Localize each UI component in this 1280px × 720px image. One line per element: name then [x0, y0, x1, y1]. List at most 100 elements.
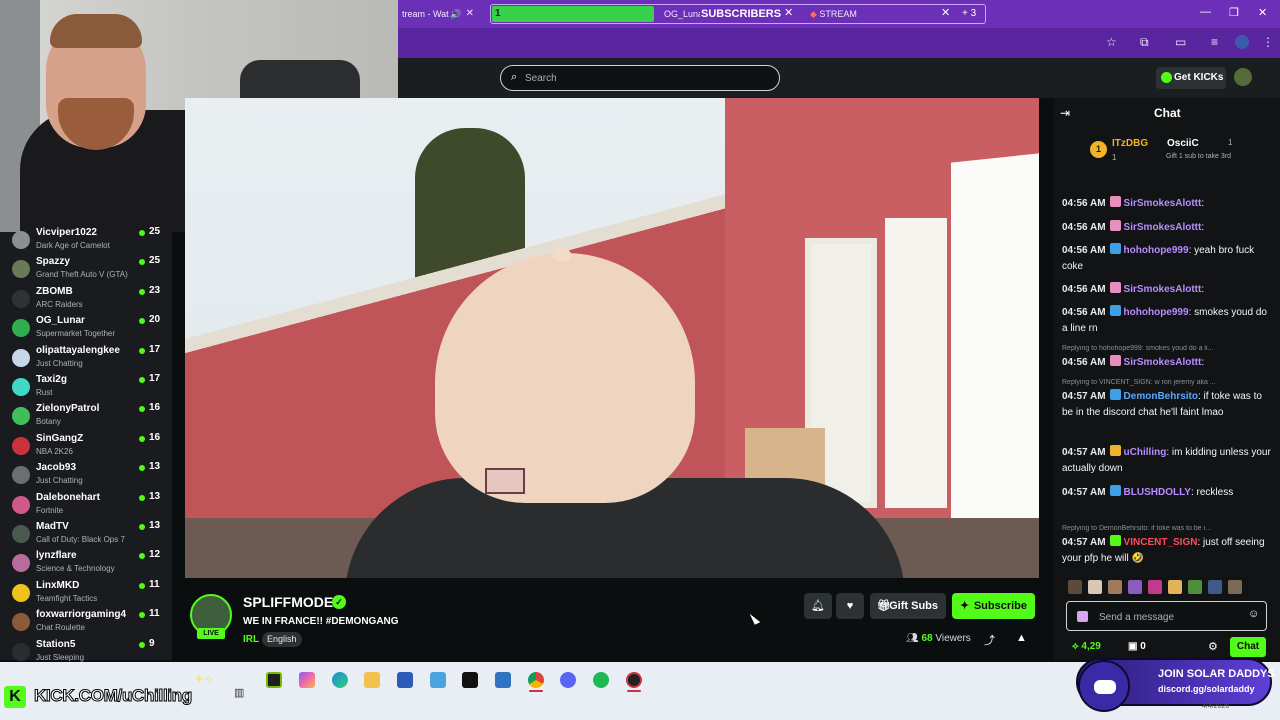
profile-avatar[interactable] — [1235, 35, 1249, 49]
close-tab-icon[interactable]: ✕ — [784, 6, 793, 19]
tiktok-app-icon[interactable] — [462, 672, 478, 688]
sidebar-channel[interactable]: MadTV Call of Duty: Black Ops 7 13 — [0, 520, 172, 549]
chrome-app-icon[interactable] — [528, 672, 544, 688]
sub-badge-icon — [1109, 535, 1121, 546]
leaderboard-user[interactable]: ITzDBG — [1112, 138, 1148, 149]
message-user[interactable]: hohohope999 — [1124, 307, 1189, 318]
channel-viewer-count: 13 — [149, 520, 161, 531]
stream-category[interactable]: IRL — [243, 634, 259, 645]
active-app-indicator — [529, 690, 543, 692]
emote-icon[interactable] — [1068, 580, 1082, 594]
sidebar-channel[interactable]: ZielonyPatrol Botany 16 — [0, 402, 172, 431]
message-user[interactable]: uChilling — [1124, 447, 1167, 458]
channel-category: ARC Raiders — [36, 299, 83, 309]
user-avatar[interactable] — [1234, 68, 1252, 86]
gift-subs-button[interactable]: 🎁︎ Gift Subs — [870, 593, 946, 619]
menu-icon[interactable]: ⋮ — [1262, 35, 1274, 49]
collapse-chat-icon[interactable]: ⇥ — [1060, 106, 1070, 120]
emoji-icon[interactable]: ☺ — [1248, 608, 1259, 620]
emote-icon[interactable] — [1208, 580, 1222, 594]
leaderboard-user[interactable]: OsciiC — [1167, 138, 1199, 149]
send-chat-button[interactable]: Chat — [1230, 637, 1266, 657]
sidebar-channel[interactable]: Spazzy Grand Theft Auto V (GTA) 25 — [0, 255, 172, 284]
emote-icon[interactable] — [1148, 580, 1162, 594]
channel-name: Dalebonehart — [36, 491, 100, 503]
channel-avatar — [12, 525, 30, 543]
close-window-icon[interactable]: ✕ — [1258, 6, 1267, 19]
share-icon[interactable]: ⤴ — [984, 632, 995, 648]
media-icon[interactable]: ≡ — [1211, 35, 1218, 49]
emote-icon[interactable] — [1128, 580, 1142, 594]
kicks-balance[interactable]: ▣ 0 — [1128, 641, 1146, 652]
search-bar[interactable]: ⌕ — [500, 65, 780, 91]
chat-message-input[interactable] — [1099, 609, 1239, 625]
file-explorer-icon[interactable] — [364, 672, 380, 688]
message-user[interactable]: SirSmokesAlottt — [1124, 198, 1202, 209]
channel-points[interactable]: ⟡ 4,29 — [1072, 641, 1101, 652]
emote-icon[interactable] — [1228, 580, 1242, 594]
chat-identity-icon[interactable] — [1077, 611, 1088, 622]
emote-icon[interactable] — [1088, 580, 1102, 594]
maximize-icon[interactable]: ❐ — [1229, 6, 1239, 19]
channel-name[interactable]: SPLIFFMODE — [243, 594, 333, 610]
emote-icon[interactable] — [1188, 580, 1202, 594]
browser-tab[interactable]: OG_Lunar — [660, 4, 700, 24]
sidebar-channel[interactable]: olipattayalengkee Just Chatting 17 — [0, 344, 172, 373]
minimize-icon[interactable]: — — [1200, 6, 1211, 18]
sidebar-channel[interactable]: Taxi2g Rust 17 — [0, 373, 172, 402]
sidebar-channel[interactable]: foxwarriorgaming4 Chat Roulette 11 — [0, 608, 172, 637]
remote-app-icon[interactable] — [495, 672, 511, 688]
sidebar-channel[interactable]: Dalebonehart Fortnite 13 — [0, 491, 172, 520]
language-tag[interactable]: English — [262, 632, 302, 647]
message-user[interactable]: SirSmokesAlottt — [1124, 284, 1202, 295]
close-tab-icon[interactable]: ✕ — [466, 4, 474, 24]
message-user[interactable]: hohohope999 — [1124, 245, 1189, 256]
obs-app-icon[interactable] — [626, 672, 642, 688]
message-text: : — [1201, 284, 1205, 295]
follow-button[interactable]: ♥ — [836, 593, 864, 619]
bookmark-star-icon[interactable]: ☆ — [1106, 35, 1117, 49]
sidebar-channel[interactable]: LinxMKD Teamfight Tactics 11 — [0, 579, 172, 608]
chat-input-box[interactable]: ☺ — [1066, 601, 1267, 631]
emote-icon[interactable] — [1168, 580, 1182, 594]
subscribe-button[interactable]: ✦ Subscribe — [952, 593, 1035, 619]
subscriber-goal-target: + 3 — [962, 8, 977, 19]
sidebar-channel[interactable]: SinGangZ NBA 2K26 16 — [0, 432, 172, 461]
photos-app-icon[interactable] — [430, 672, 446, 688]
gear-icon[interactable]: ⚙ — [1208, 640, 1218, 653]
message-user[interactable]: SirSmokesAlottt — [1124, 222, 1202, 233]
message-user[interactable]: SirSmokesAlottt — [1124, 357, 1202, 368]
sidebar-channel[interactable]: Jacob93 Just Chatting 13 — [0, 461, 172, 490]
snap-layout-icon[interactable]: ▥ — [234, 686, 244, 699]
calculator-app-icon[interactable] — [397, 672, 413, 688]
nvidia-app-icon[interactable] — [266, 672, 282, 688]
sidebar-channel[interactable]: OG_Lunar Supermarket Together 20 — [0, 314, 172, 343]
sidebar-channel[interactable]: Vicviper1022 Dark Age of Camelot 25 — [0, 226, 172, 255]
extensions-icon[interactable]: ⧉ — [1140, 35, 1149, 50]
edge-app-icon[interactable] — [332, 672, 348, 688]
channel-avatar — [12, 436, 30, 455]
get-kicks-button[interactable]: Get KICKs — [1156, 67, 1226, 89]
search-input[interactable] — [525, 70, 765, 86]
message-user[interactable]: BLUSHDOLLY — [1124, 487, 1191, 498]
browser-tab[interactable]: tream - Wat 🔊 ✕ — [398, 4, 478, 24]
copilot-app-icon[interactable] — [299, 672, 315, 688]
video-player[interactable] — [185, 98, 1039, 578]
channel-name: Jacob93 — [36, 462, 77, 474]
emote-icon[interactable] — [1108, 580, 1122, 594]
spotify-app-icon[interactable] — [593, 672, 609, 688]
channel-viewer-count: 17 — [149, 343, 161, 355]
message-user[interactable]: VINCENT_SIGN — [1124, 537, 1198, 548]
message-time: 04:57 AM — [1062, 391, 1106, 402]
sidebar-channel[interactable]: lynzflare Science & Technology 12 — [0, 549, 172, 578]
discord-app-icon[interactable] — [560, 672, 576, 688]
message-user[interactable]: DemonBehrsito — [1124, 391, 1198, 402]
browser-tab[interactable]: ◆ STREAM — [806, 4, 946, 24]
report-warning-icon[interactable]: ▲ — [1016, 632, 1027, 644]
promo-title: JOIN SOLAR DADDYS — [1158, 668, 1275, 680]
sidebar-channel[interactable]: ZBOMB ARC Raiders 23 — [0, 285, 172, 314]
close-tab-icon[interactable]: ✕ — [941, 6, 950, 19]
tab-favicon-icon: ◆ — [810, 9, 820, 19]
notification-bell-button[interactable]: 🔔︎ — [804, 593, 832, 619]
cast-icon[interactable]: ▭ — [1175, 35, 1186, 49]
